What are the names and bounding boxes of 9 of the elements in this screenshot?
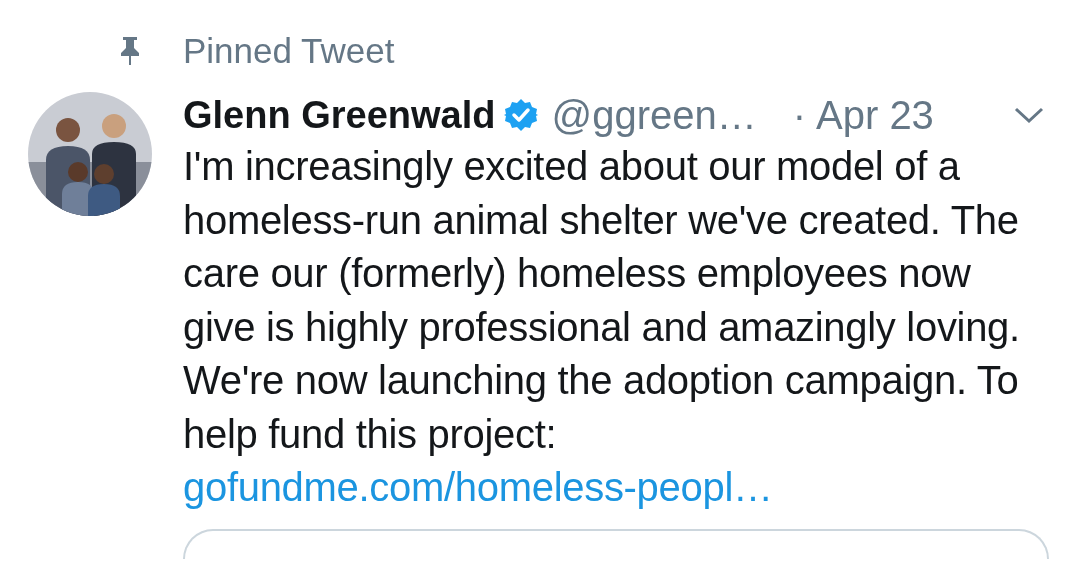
tweet-date[interactable]: Apr 23 bbox=[816, 85, 934, 145]
chevron-down-icon[interactable] bbox=[1014, 106, 1044, 124]
separator: · bbox=[792, 92, 806, 139]
pin-icon bbox=[118, 36, 142, 66]
user-handle[interactable]: @ggreen… bbox=[551, 85, 757, 145]
tweet-text: I'm increasingly excited about our model of a homeless-run animal shelter we've created. The care our (formerly) homeless employees now give is highly professional and amazingly loving. We're now launching the adoption campaign. To help fund this project: gofundme.com/homeless-peopl… bbox=[183, 143, 1021, 511]
author-name[interactable]: Glenn Greenwald bbox=[183, 86, 496, 144]
link[interactable]: gofundme.com/homeless-peopl… bbox=[183, 465, 773, 509]
pinned-label: Pinned Tweet bbox=[183, 29, 395, 72]
